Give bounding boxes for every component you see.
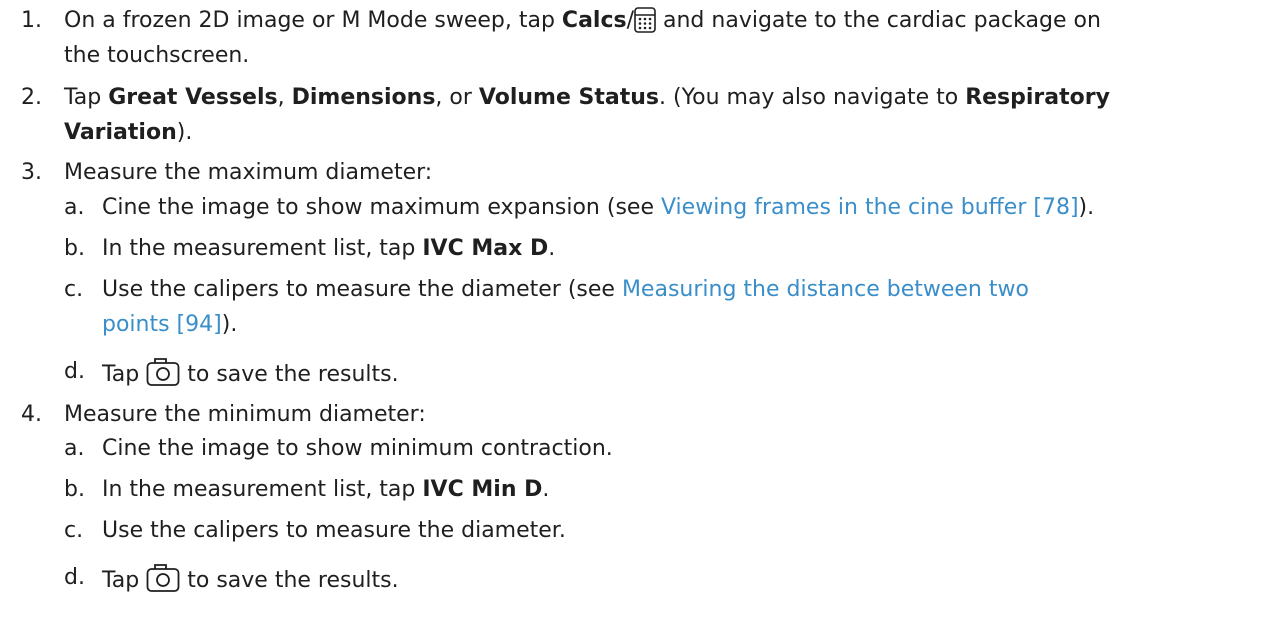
step-3c-letter: c.: [64, 277, 84, 302]
measuring-distance-link[interactable]: Measuring the distance between two: [622, 277, 1029, 302]
step-4b-letter: b.: [64, 477, 85, 502]
step-1-number: 1.: [21, 8, 42, 33]
step-4a-letter: a.: [64, 436, 85, 461]
step-3b-text: In the measurement list, tap IVC Max D.: [102, 236, 556, 261]
step-4-text: Measure the minimum diameter:: [64, 402, 426, 427]
step-1-line-1: On a frozen 2D image or M Mode sweep, ta…: [64, 6, 1101, 42]
step-3c-line-2: points [94]).: [102, 312, 238, 337]
step-4c-letter: c.: [64, 518, 84, 543]
step-3d-letter: d.: [64, 359, 85, 384]
step-4-number: 4.: [21, 402, 42, 427]
measuring-distance-link-cont[interactable]: points [94]: [102, 312, 222, 337]
step-3b-letter: b.: [64, 236, 85, 261]
step-3a-text: Cine the image to show maximum expansion…: [102, 195, 1095, 220]
step-3-text: Measure the maximum diameter:: [64, 160, 433, 185]
calculator-icon: [634, 7, 656, 42]
camera-icon: [146, 563, 180, 602]
step-2-line-1: Tap Great Vessels, Dimensions, or Volume…: [64, 85, 1110, 110]
step-4d-letter: d.: [64, 565, 85, 590]
step-1-line-2: the touchscreen.: [64, 43, 250, 68]
camera-icon: [146, 357, 180, 396]
step-3-number: 3.: [21, 160, 42, 185]
step-2-number: 2.: [21, 85, 42, 110]
step-3c-line-1: Use the calipers to measure the diameter…: [102, 277, 1029, 302]
cine-buffer-link[interactable]: Viewing frames in the cine buffer [78]: [661, 195, 1079, 220]
step-2-line-2: Variation).: [64, 120, 193, 145]
step-3a-letter: a.: [64, 195, 85, 220]
step-4b-text: In the measurement list, tap IVC Min D.: [102, 477, 550, 502]
step-4d-text: Tap to save the results.: [102, 563, 399, 602]
step-4a-text: Cine the image to show minimum contracti…: [102, 436, 613, 461]
step-4c-text: Use the calipers to measure the diameter…: [102, 518, 566, 543]
step-3d-text: Tap to save the results.: [102, 357, 399, 396]
